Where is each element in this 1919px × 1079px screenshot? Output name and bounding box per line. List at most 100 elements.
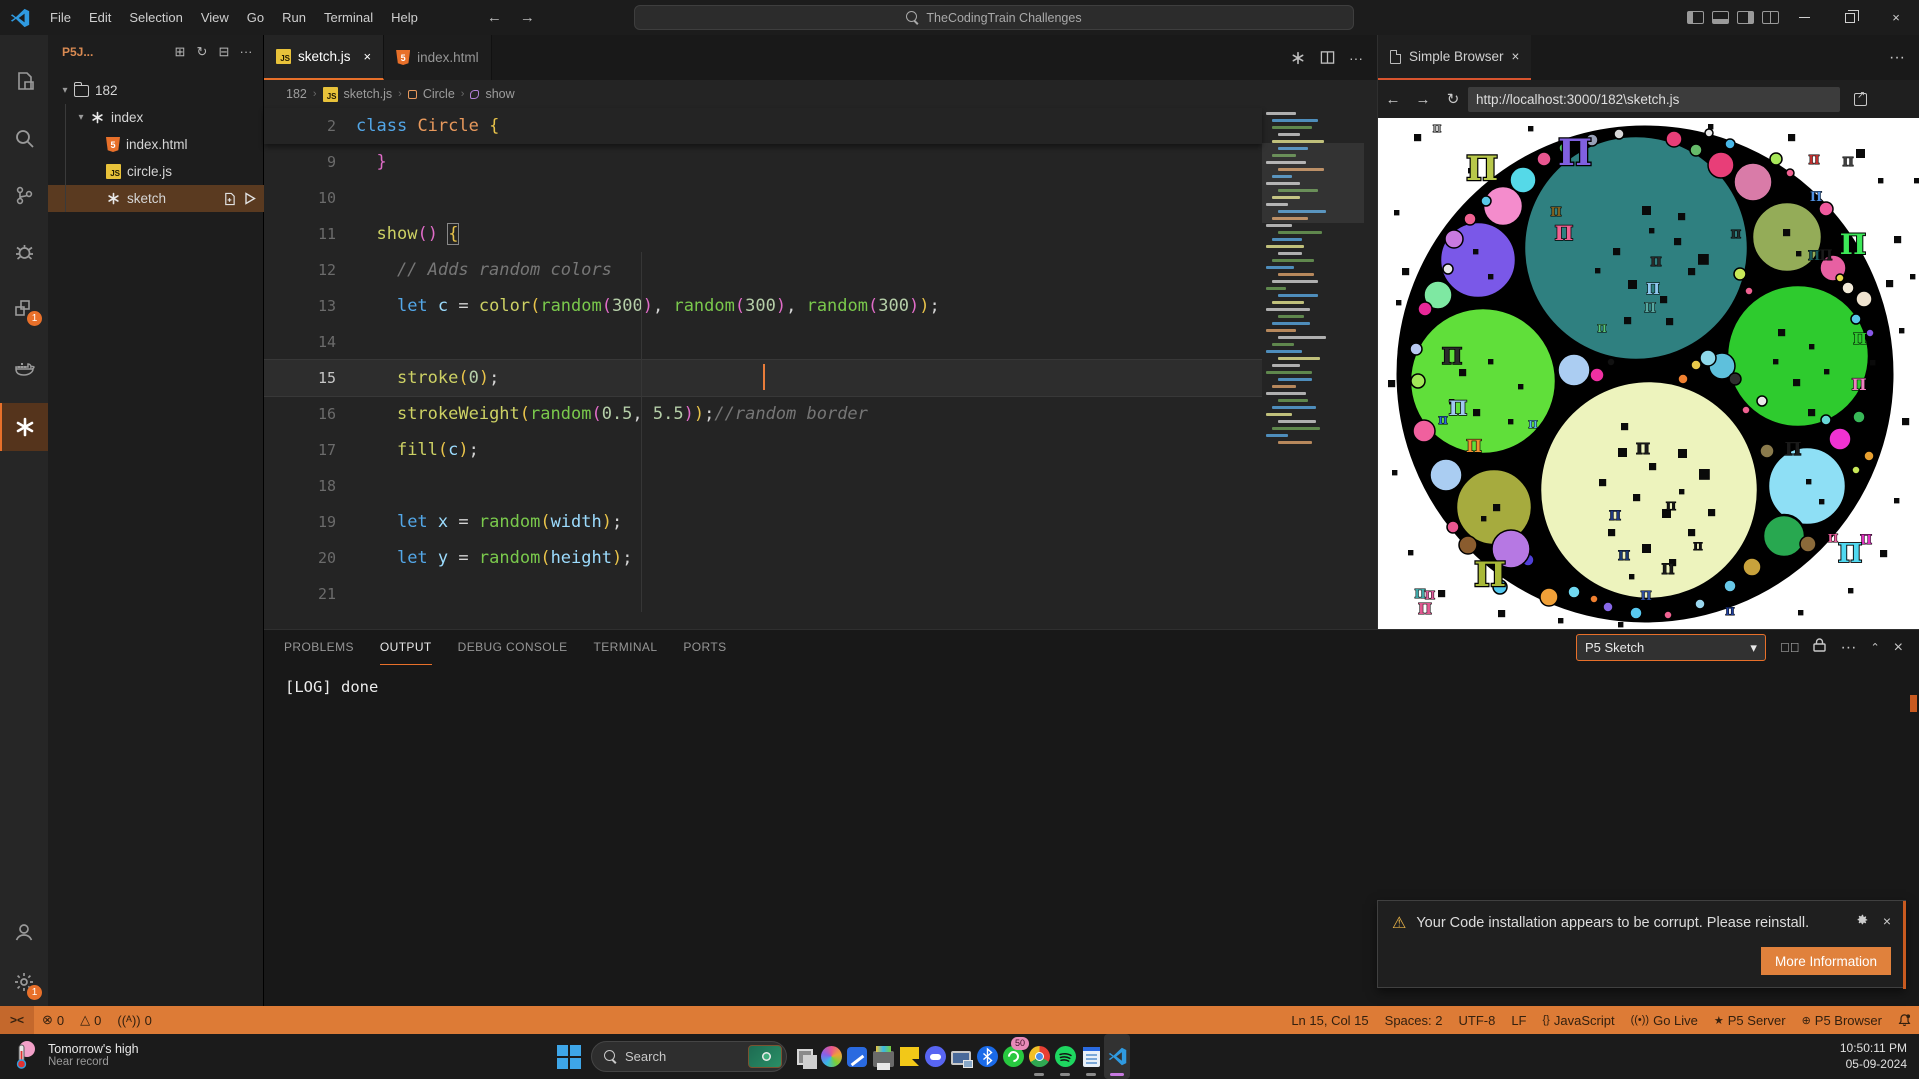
maximize-panel-icon[interactable]: ⌃ [1870, 641, 1879, 654]
menu-help[interactable]: Help [382, 0, 427, 35]
url-input[interactable]: http://localhost:3000/182\sketch.js [1468, 87, 1840, 112]
tree-item-182[interactable]: ▾182 [48, 77, 264, 104]
taskbar-app-task-view[interactable] [792, 1034, 818, 1079]
panel-scrollbar-thumb[interactable] [1910, 695, 1917, 712]
lock-scroll-icon[interactable] [1813, 638, 1826, 657]
activity-source-control[interactable] [0, 171, 48, 219]
code-line-13[interactable]: 13 let c = color(random(300), random(300… [264, 288, 1262, 324]
notification-settings-icon[interactable] [1855, 913, 1869, 930]
menu-go[interactable]: Go [238, 0, 273, 35]
more-information-button[interactable]: More Information [1761, 947, 1891, 975]
taskbar-app-discord[interactable] [922, 1034, 948, 1079]
tab-simple-browser[interactable]: Simple Browser × [1378, 35, 1531, 80]
sticky-scroll-line[interactable]: 2class Circle { [264, 108, 1262, 144]
code-line-12[interactable]: 12 // Adds random colors [264, 252, 1262, 288]
menu-selection[interactable]: Selection [120, 0, 191, 35]
browser-reload-icon[interactable]: ↻ [1438, 90, 1468, 108]
panel-tab-debug-console[interactable]: DEBUG CONSOLE [458, 630, 568, 665]
status-go-live[interactable]: ((•))Go Live [1623, 1006, 1706, 1034]
more-icon[interactable]: ··· [235, 44, 257, 60]
tab-sketch-js[interactable]: JSsketch.js× [264, 35, 384, 80]
menu-view[interactable]: View [192, 0, 238, 35]
status-p5-server[interactable]: ★P5 Server [1706, 1006, 1794, 1034]
open-external-icon[interactable] [1854, 93, 1867, 106]
remote-indicator[interactable]: >< [0, 1006, 34, 1034]
toggle-secondary-sidebar-icon[interactable] [1737, 11, 1754, 24]
p5-sketch-canvas[interactable]: ΠΠΠΠΠΠΠΠΠΠΠΠΠΠΠΠΠΠΠΠΠΠΠΠΠΠΠΠΠΠΠΠΠΠΠΠΠΠΠ [1378, 118, 1919, 629]
status-utf-8[interactable]: UTF-8 [1450, 1006, 1503, 1034]
collapse-icon[interactable]: ⊟ [213, 44, 235, 60]
search-highlight-image[interactable] [748, 1045, 782, 1068]
status-warning[interactable]: △0 [72, 1006, 109, 1034]
breadcrumb-item[interactable]: sketch.js [344, 87, 393, 101]
panel-tab-output[interactable]: OUTPUT [380, 630, 432, 665]
browser-forward-icon[interactable]: → [1408, 91, 1438, 108]
tab-close-icon[interactable]: × [364, 49, 372, 64]
activity-accounts[interactable] [0, 908, 48, 956]
code-line-16[interactable]: 16 strokeWeight(random(0.5, 5.5));//rand… [264, 396, 1262, 432]
command-center-search[interactable]: TheCodingTrain Challenges [634, 5, 1354, 30]
menu-run[interactable]: Run [273, 0, 315, 35]
status-spaces-2[interactable]: Spaces: 2 [1377, 1006, 1451, 1034]
tree-item-index[interactable]: ▾index [48, 104, 264, 131]
open-preview-icon[interactable] [223, 192, 236, 206]
minimap-slider[interactable] [1262, 143, 1364, 223]
breadcrumb-item[interactable]: show [485, 87, 514, 101]
status-javascript[interactable]: {}JavaScript [1535, 1006, 1623, 1034]
taskbar-app-snipping-tool[interactable] [844, 1034, 870, 1079]
taskbar-app-whatsapp[interactable]: 50 [1000, 1034, 1026, 1079]
history-forward-icon[interactable]: → [520, 9, 535, 26]
run-sketch-icon[interactable] [244, 192, 256, 205]
taskbar-app-printer[interactable] [870, 1034, 896, 1079]
editor-more-actions-icon[interactable]: ··· [1349, 50, 1363, 66]
code-line-9[interactable]: 9 } [264, 144, 1262, 180]
menu-edit[interactable]: Edit [80, 0, 120, 35]
code-line-14[interactable]: 14 [264, 324, 1262, 360]
new-file-icon[interactable]: ⊞ [169, 44, 191, 60]
activity-extensions[interactable]: 1 [0, 284, 48, 332]
activity-search[interactable] [0, 114, 48, 162]
minimize-button[interactable] [1781, 0, 1827, 35]
customize-layout-icon[interactable] [1762, 11, 1779, 24]
tree-item-circle-js[interactable]: JScircle.js [48, 158, 264, 185]
code-line-10[interactable]: 10 [264, 180, 1262, 216]
taskbar-app-notepad[interactable] [1078, 1034, 1104, 1079]
code-line-19[interactable]: 19 let x = random(width); [264, 504, 1262, 540]
menu-file[interactable]: File [41, 0, 80, 35]
status-antenna[interactable]: ((ᴬ))0 [109, 1006, 159, 1034]
close-button[interactable]: × [1873, 0, 1919, 35]
history-back-icon[interactable]: ← [487, 9, 502, 26]
code-line-21[interactable]: 21 [264, 576, 1262, 612]
code-line-17[interactable]: 17 fill(c); [264, 432, 1262, 468]
toggle-panel-icon[interactable] [1712, 11, 1729, 24]
panel-tab-ports[interactable]: PORTS [683, 630, 726, 665]
taskbar-app-spotify[interactable] [1052, 1034, 1078, 1079]
taskbar-app-bluetooth[interactable] [974, 1034, 1000, 1079]
taskbar-weather-widget[interactable]: Tomorrow's high Near record [10, 1039, 139, 1071]
taskbar-app-vscode[interactable] [1104, 1034, 1130, 1079]
browser-more-actions-icon[interactable]: ··· [1889, 49, 1905, 67]
code-line-18[interactable]: 18 [264, 468, 1262, 504]
menu-terminal[interactable]: Terminal [315, 0, 382, 35]
activity-p5[interactable] [0, 403, 48, 451]
toggle-sidebar-icon[interactable] [1687, 11, 1704, 24]
breadcrumb-item[interactable]: 182 [286, 87, 307, 101]
activity-docker[interactable] [0, 344, 48, 392]
panel-tab-terminal[interactable]: TERMINAL [594, 630, 658, 665]
panel-tab-problems[interactable]: PROBLEMS [284, 630, 354, 665]
taskbar-search-box[interactable]: Search [591, 1041, 787, 1072]
taskbar-app-sticky-notes[interactable] [896, 1034, 922, 1079]
status-bell[interactable] [1890, 1006, 1919, 1034]
code-line-11[interactable]: 11 show() { [264, 216, 1262, 252]
restore-button[interactable] [1827, 0, 1873, 35]
output-channel-select[interactable]: P5 Sketch ▾ [1576, 634, 1766, 661]
code-line-20[interactable]: 20 let y = random(height); [264, 540, 1262, 576]
activity-explorer[interactable] [0, 57, 48, 105]
notification-close-icon[interactable]: × [1883, 913, 1891, 930]
taskbar-app-remote-desktop[interactable] [948, 1034, 974, 1079]
taskbar-clock[interactable]: 10:50:11 PM 05-09-2024 [1840, 1040, 1907, 1072]
p5-run-icon[interactable] [1290, 50, 1306, 66]
tree-item-index-html[interactable]: 5index.html [48, 131, 264, 158]
start-button[interactable] [552, 1034, 586, 1079]
activity-settings[interactable]: 1 [0, 958, 48, 1006]
